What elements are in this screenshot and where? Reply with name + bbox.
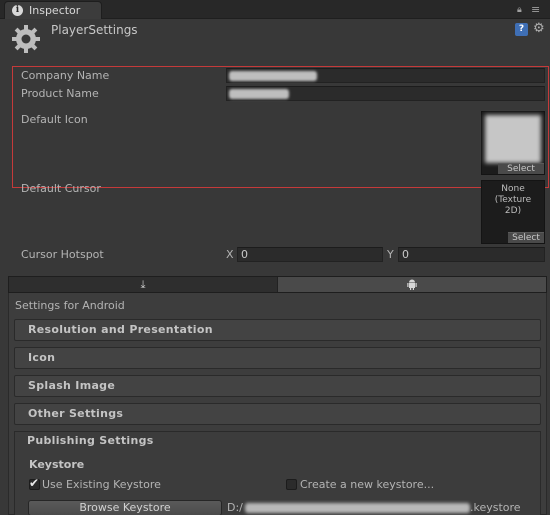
info-icon: i [12,5,23,16]
default-cursor-select-button[interactable]: Select [508,232,544,243]
section-publishing-settings[interactable]: Publishing Settings [14,431,541,453]
use-existing-keystore-label: Use Existing Keystore [42,478,161,491]
help-icon[interactable]: ? [515,23,528,36]
platform-tab-bar: ⤓ [8,276,547,293]
hotspot-x-label: X [226,248,234,261]
menu-icon[interactable]: ≡ [531,3,540,16]
create-new-keystore-label: Create a new keystore... [300,478,435,491]
section-other-settings[interactable]: Other Settings [14,403,541,425]
create-new-keystore-checkbox[interactable] [286,479,297,490]
download-icon: ⤓ [140,278,146,291]
cursor-none-line1: None [501,184,525,194]
hotspot-x-field[interactable]: 0 [237,247,383,262]
section-splash-image[interactable]: Splash Image [14,375,541,397]
hotspot-y-field[interactable]: 0 [398,247,545,262]
default-cursor-label: Default Cursor [21,182,101,195]
tab-standalone[interactable]: ⤓ [9,277,277,292]
cursor-none-text: None (Texture 2D) [482,184,544,217]
lock-icon[interactable]: 🔒︎ [517,5,522,15]
redacted-path [245,503,470,513]
component-settings-icon[interactable]: ⚙ [533,21,545,36]
tab-label: Inspector [29,4,81,17]
section-label: Other Settings [28,407,124,420]
section-label: Publishing Settings [27,434,154,447]
browse-keystore-button[interactable]: Browse Keystore [28,500,222,515]
hotspot-y-label: Y [387,248,394,261]
cursor-hotspot-label: Cursor Hotspot [21,248,104,261]
settings-for-label: Settings for Android [15,299,125,312]
keystore-path-suffix: .keystore [470,501,521,514]
section-label: Resolution and Presentation [28,323,213,336]
settings-gear-icon [12,25,40,53]
default-cursor-slot[interactable]: None (Texture 2D) Select [481,180,545,244]
highlight-box [12,66,549,188]
page-title: PlayerSettings [51,23,138,37]
section-resolution-presentation[interactable]: Resolution and Presentation [14,319,541,341]
checkmark-icon: ✔ [29,476,40,490]
tab-inspector[interactable]: i Inspector [4,1,102,19]
keystore-heading: Keystore [29,458,85,471]
keystore-path-prefix: D:/ [227,501,243,514]
tab-android[interactable] [277,277,546,292]
cursor-none-line3: 2D) [504,206,522,216]
hotspot-y-value: 0 [402,248,409,261]
hotspot-x-value: 0 [241,248,248,261]
section-label: Splash Image [28,379,116,392]
android-icon [407,279,417,290]
section-icon[interactable]: Icon [14,347,541,369]
use-existing-keystore-checkbox[interactable]: ✔ [29,476,40,490]
cursor-none-line2: (Texture [494,195,532,205]
section-label: Icon [28,351,56,364]
